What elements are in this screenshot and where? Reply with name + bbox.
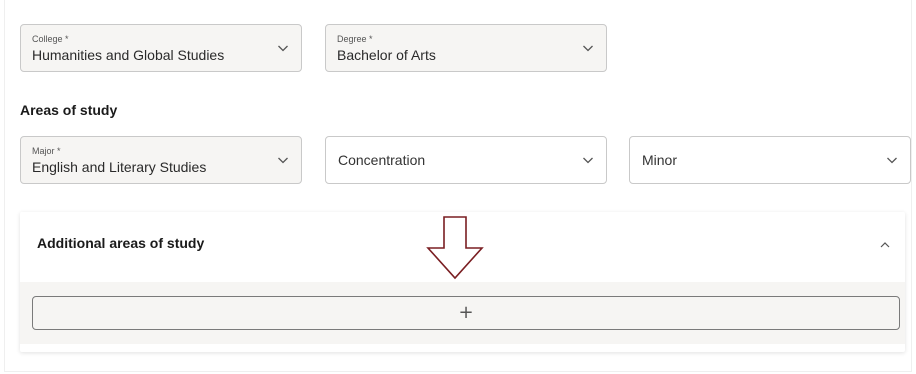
degree-value: Bachelor of Arts — [337, 47, 436, 63]
concentration-placeholder: Concentration — [338, 152, 426, 168]
degree-label: Degree * — [337, 34, 373, 44]
major-value: English and Literary Studies — [32, 159, 207, 175]
concentration-select[interactable]: Concentration — [325, 136, 607, 184]
major-label: Major * — [32, 146, 61, 156]
additional-areas-title: Additional areas of study — [37, 235, 205, 251]
additional-areas-body: + — [20, 282, 905, 344]
college-value: Humanities and Global Studies — [32, 47, 225, 63]
chevron-up-icon[interactable] — [879, 238, 891, 250]
chevron-down-icon — [277, 154, 289, 166]
degree-select[interactable]: Degree * Bachelor of Arts — [325, 24, 607, 72]
arrow-down-outline-icon — [426, 216, 484, 280]
areas-of-study-heading: Areas of study — [20, 102, 118, 118]
chevron-down-icon — [582, 154, 594, 166]
minor-select[interactable]: Minor — [629, 136, 911, 184]
add-area-button[interactable]: + — [32, 296, 900, 330]
chevron-down-icon — [277, 42, 289, 54]
chevron-down-icon — [582, 42, 594, 54]
minor-placeholder: Minor — [642, 152, 678, 168]
chevron-down-icon — [886, 154, 898, 166]
college-label: College * — [32, 34, 69, 44]
major-select[interactable]: Major * English and Literary Studies — [20, 136, 302, 184]
college-select[interactable]: College * Humanities and Global Studies — [20, 24, 302, 72]
